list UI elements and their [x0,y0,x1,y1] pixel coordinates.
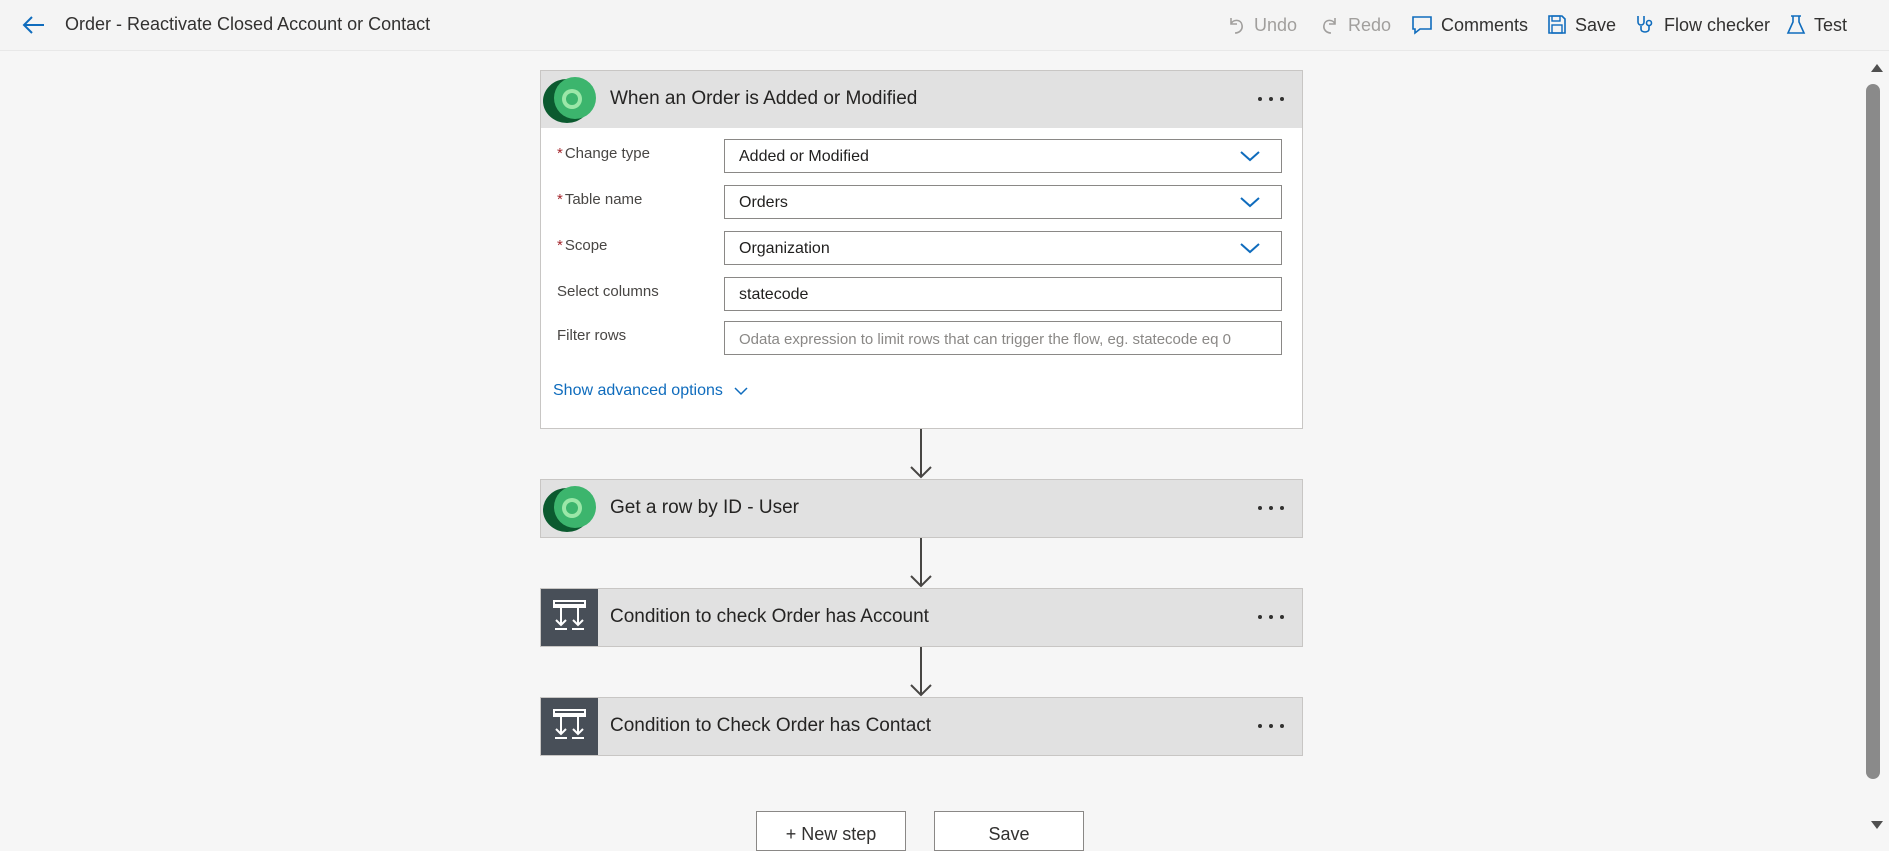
scope-label: * Scope [557,237,608,254]
save-flow-button[interactable]: Save [934,811,1084,851]
select-columns-row: Select columns statecode [557,277,1284,313]
chevron-down-icon [1240,197,1260,208]
chevron-down-icon [1240,151,1260,162]
condition-icon [541,698,598,755]
change-type-label: * Change type [557,145,650,162]
filter-rows-row: Filter rows Odata expression to limit ro… [557,321,1284,357]
select-columns-label: Select columns [557,283,659,300]
test-label: Test [1814,14,1848,35]
change-type-value: Added or Modified [739,148,869,165]
test-button[interactable]: Test [1786,12,1847,38]
flow-checker-button[interactable]: Flow checker [1634,12,1770,38]
filter-rows-placeholder: Odata expression to limit rows that can … [739,331,1231,348]
flow-checker-label: Flow checker [1664,14,1771,35]
more-options-icon[interactable] [1254,494,1288,522]
redo-label: Redo [1348,14,1392,35]
change-type-dropdown[interactable]: Added or Modified [724,139,1282,173]
select-columns-input[interactable]: statecode [724,277,1282,311]
connector-arrow [910,647,932,697]
scrollbar-thumb[interactable] [1866,84,1880,779]
scope-value: Organization [739,240,830,257]
more-options-icon[interactable] [1254,85,1288,113]
step-card-condition-contact: Condition to Check Order has Contact [540,697,1303,756]
flow-title: Order - Reactivate Closed Account or Con… [65,14,431,34]
trigger-card: When an Order is Added or Modified * Chan… [540,70,1303,429]
scroll-down-arrow-icon[interactable] [1870,819,1884,831]
chevron-down-icon [1240,243,1260,254]
step-header-condition-contact[interactable]: Condition to Check Order has Contact [541,698,1302,755]
step-card-condition-account: Condition to check Order has Account [540,588,1303,647]
step-header-condition-account[interactable]: Condition to check Order has Account [541,589,1302,646]
save-command-button[interactable]: Save [1547,12,1616,38]
required-marker: * [557,145,563,162]
step-card-get-row: Get a row by ID - User [540,479,1303,538]
comments-button[interactable]: Comments [1411,12,1528,38]
connector-arrow [910,538,932,588]
scope-dropdown[interactable]: Organization [724,231,1282,265]
connector-arrow [910,429,932,479]
undo-label: Undo [1254,14,1298,35]
beaker-icon [1786,15,1806,34]
more-options-icon[interactable] [1254,712,1288,740]
dataverse-icon [543,77,596,123]
back-arrow-icon [22,16,44,34]
command-bar: Order - Reactivate Closed Account or Con… [0,0,1889,51]
table-name-row: * Table name Orders [557,185,1284,221]
step-title: Condition to Check Order has Contact [610,715,932,736]
back-button[interactable] [18,10,50,40]
step-title: Get a row by ID - User [610,497,799,518]
save-command-label: Save [1575,14,1617,35]
table-name-dropdown[interactable]: Orders [724,185,1282,219]
condition-icon [541,589,598,646]
select-columns-value: statecode [739,286,809,303]
trigger-card-header[interactable]: When an Order is Added or Modified [541,71,1302,128]
show-advanced-options-label: Show advanced options [553,382,723,399]
save-icon [1548,15,1566,34]
filter-rows-input[interactable]: Odata expression to limit rows that can … [724,321,1282,355]
more-options-icon[interactable] [1254,603,1288,631]
filter-rows-label: Filter rows [557,327,627,344]
dataverse-icon [543,486,596,532]
comments-label: Comments [1441,14,1529,35]
required-marker: * [557,237,563,254]
vertical-scrollbar[interactable] [1862,52,1889,843]
stethoscope-icon [1637,16,1653,33]
step-title: Condition to check Order has Account [610,606,929,627]
redo-icon [1323,18,1336,34]
redo-button[interactable]: Redo [1320,12,1391,38]
step-header-get-row[interactable]: Get a row by ID - User [541,480,1302,537]
show-advanced-options-link[interactable]: Show advanced options [553,382,749,400]
undo-icon [1230,18,1243,34]
required-marker: * [557,191,563,208]
comment-icon [1412,16,1432,35]
trigger-title: When an Order is Added or Modified [610,88,918,109]
table-name-value: Orders [739,194,788,211]
chevron-down-icon [734,387,748,396]
undo-button[interactable]: Undo [1226,12,1297,38]
scope-row: * Scope Organization [557,231,1284,267]
change-type-row: * Change type Added or Modified [557,139,1284,175]
scroll-up-arrow-icon[interactable] [1870,62,1884,74]
table-name-label: * Table name [557,191,643,208]
new-step-button[interactable]: + New step [756,811,906,851]
